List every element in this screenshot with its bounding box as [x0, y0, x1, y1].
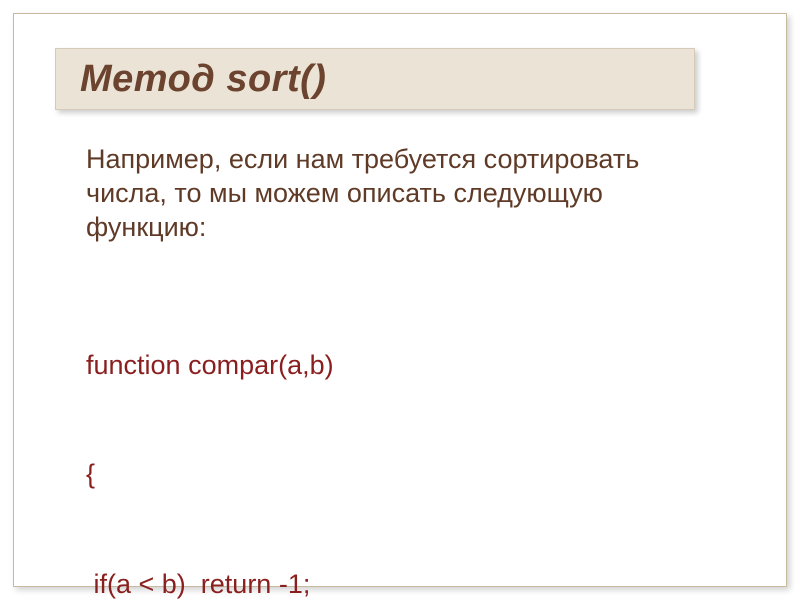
- code-block: function compar(a,b) { if(a < b) return …: [86, 274, 720, 600]
- code-line: {: [86, 456, 720, 492]
- title-plate: Метод sort(): [55, 48, 695, 110]
- slide: Метод sort() Например, если нам требуетс…: [0, 0, 800, 600]
- slide-body: Например, если нам требуется сортировать…: [86, 142, 720, 600]
- slide-title: Метод sort(): [80, 58, 326, 101]
- code-line: function compar(a,b): [86, 347, 720, 383]
- code-line: if(a < b) return -1;: [86, 566, 720, 600]
- slide-paragraph: Например, если нам требуется сортировать…: [86, 142, 720, 244]
